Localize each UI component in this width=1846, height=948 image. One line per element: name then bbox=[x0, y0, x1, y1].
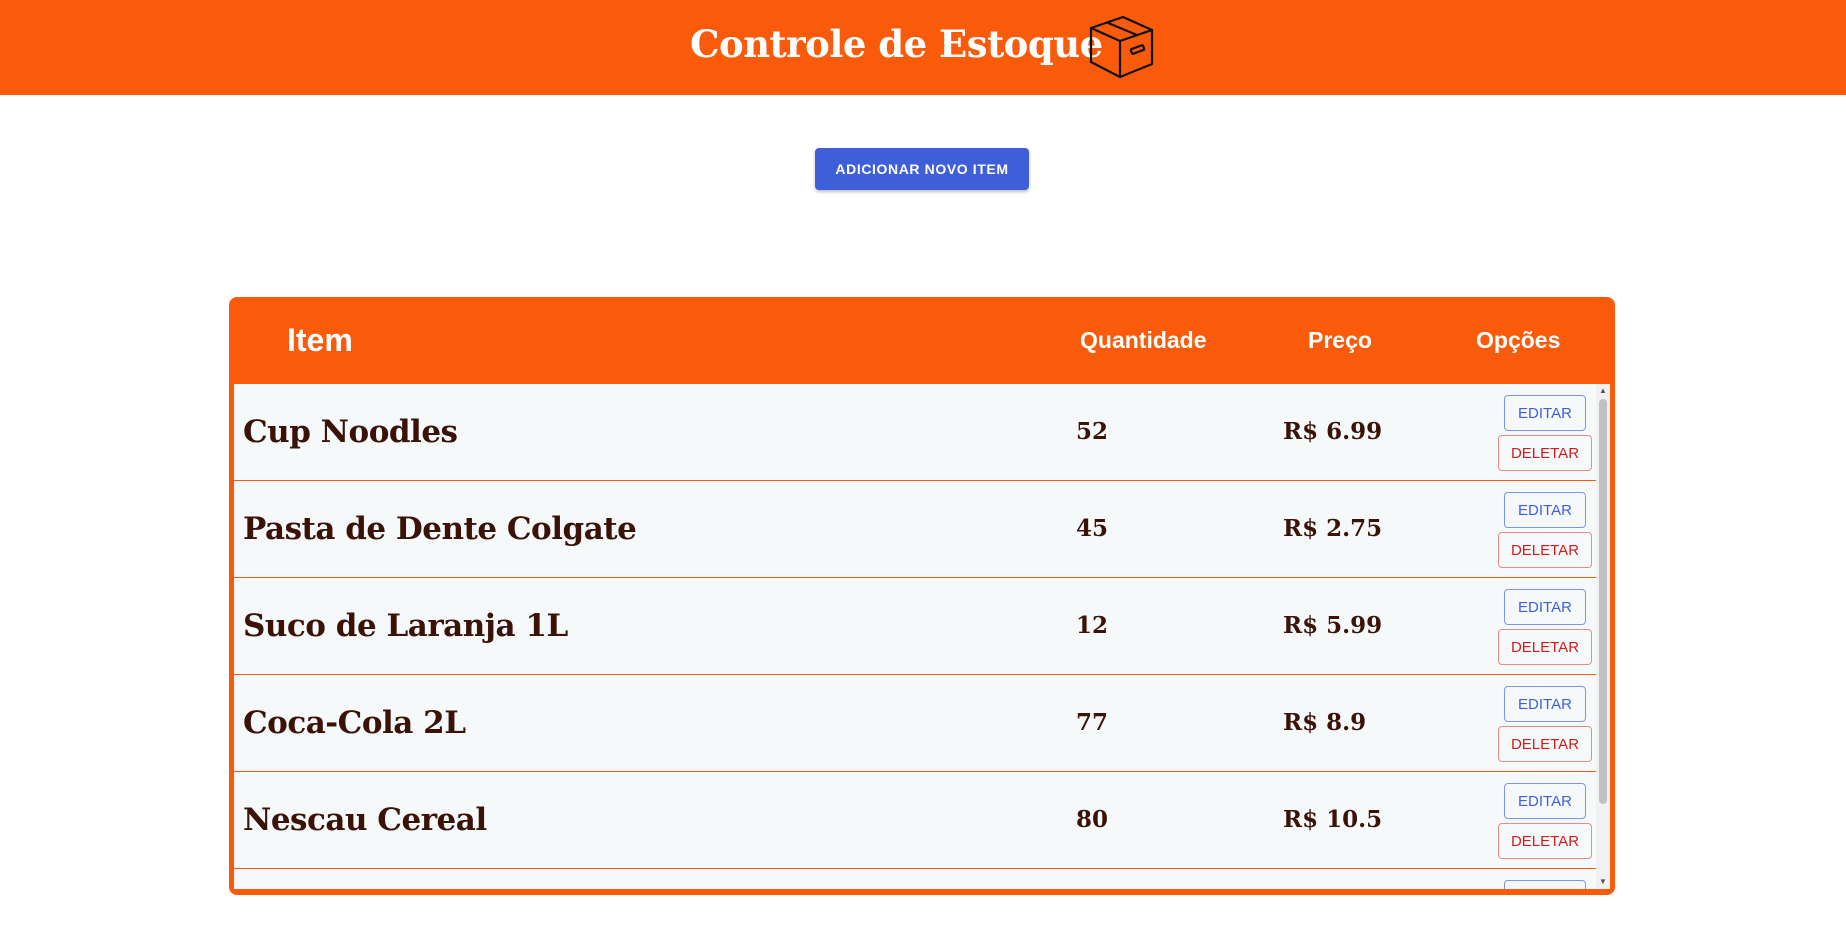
table-row: Coca-Cola 2L 77 R$ 8.9 EDITAR DELETAR bbox=[234, 675, 1596, 772]
item-price: R$ 2.75 bbox=[1283, 515, 1383, 542]
edit-button[interactable]: EDITAR bbox=[1504, 686, 1586, 722]
page-title: Controle de Estoque bbox=[690, 22, 1103, 66]
item-name: Coca-Cola 2L bbox=[243, 705, 466, 741]
delete-button[interactable]: DELETAR bbox=[1498, 726, 1592, 762]
scrollbar-thumb[interactable] bbox=[1599, 399, 1607, 804]
item-price: R$ 6.99 bbox=[1283, 418, 1383, 445]
add-item-button[interactable]: ADICIONAR NOVO ITEM bbox=[815, 148, 1029, 190]
table-row: Nescau Cereal 80 R$ 10.5 EDITAR DELETAR bbox=[234, 772, 1596, 869]
edit-button[interactable]: EDITAR bbox=[1504, 880, 1586, 889]
table-scrollbar[interactable]: ▲ ▼ bbox=[1596, 384, 1610, 889]
delete-button[interactable]: DELETAR bbox=[1498, 532, 1592, 568]
inventory-table: Item Quantidade Preço Opções Cup Noodles… bbox=[229, 297, 1615, 895]
item-price: R$ 8.9 bbox=[1283, 709, 1367, 736]
item-price: R$ 5.99 bbox=[1283, 612, 1383, 639]
item-price: R$ 10.5 bbox=[1283, 806, 1383, 833]
item-quantity: 77 bbox=[1076, 709, 1109, 736]
edit-button[interactable]: EDITAR bbox=[1504, 395, 1586, 431]
delete-button[interactable]: DELETAR bbox=[1498, 823, 1592, 859]
item-quantity: 45 bbox=[1076, 515, 1109, 542]
item-quantity: 12 bbox=[1076, 612, 1109, 639]
column-header-price: Preço bbox=[1308, 327, 1372, 353]
table-header: Item Quantidade Preço Opções bbox=[229, 297, 1615, 384]
scroll-up-arrow-icon[interactable]: ▲ bbox=[1596, 384, 1610, 398]
table-row: Pasta de Dente Colgate 45 R$ 2.75 EDITAR… bbox=[234, 481, 1596, 578]
item-name: Suco de Laranja 1L bbox=[243, 608, 568, 644]
item-quantity: 80 bbox=[1076, 806, 1109, 833]
table-row: Suco de Laranja 1L 12 R$ 5.99 EDITAR DEL… bbox=[234, 578, 1596, 675]
edit-button[interactable]: EDITAR bbox=[1504, 589, 1586, 625]
table-row: Cup Noodles 52 R$ 6.99 EDITAR DELETAR bbox=[234, 384, 1596, 481]
column-header-options: Opções bbox=[1476, 327, 1561, 353]
column-header-quantity: Quantidade bbox=[1080, 327, 1207, 353]
table-body[interactable]: Cup Noodles 52 R$ 6.99 EDITAR DELETAR Pa… bbox=[234, 384, 1610, 889]
delete-button[interactable]: DELETAR bbox=[1498, 629, 1592, 665]
delete-button[interactable]: DELETAR bbox=[1498, 435, 1592, 471]
app-header: Controle de Estoque bbox=[0, 0, 1846, 95]
item-name: Cup Noodles bbox=[243, 414, 458, 450]
edit-button[interactable]: EDITAR bbox=[1504, 492, 1586, 528]
edit-button[interactable]: EDITAR bbox=[1504, 783, 1586, 819]
item-name: Nescau Cereal bbox=[243, 802, 487, 838]
column-header-item: Item bbox=[287, 322, 353, 358]
box-icon bbox=[1089, 15, 1154, 79]
item-name: Pasta de Dente Colgate bbox=[243, 511, 637, 547]
scroll-down-arrow-icon[interactable]: ▼ bbox=[1596, 875, 1610, 889]
table-row: EDITAR bbox=[234, 869, 1596, 889]
item-quantity: 52 bbox=[1076, 418, 1109, 445]
